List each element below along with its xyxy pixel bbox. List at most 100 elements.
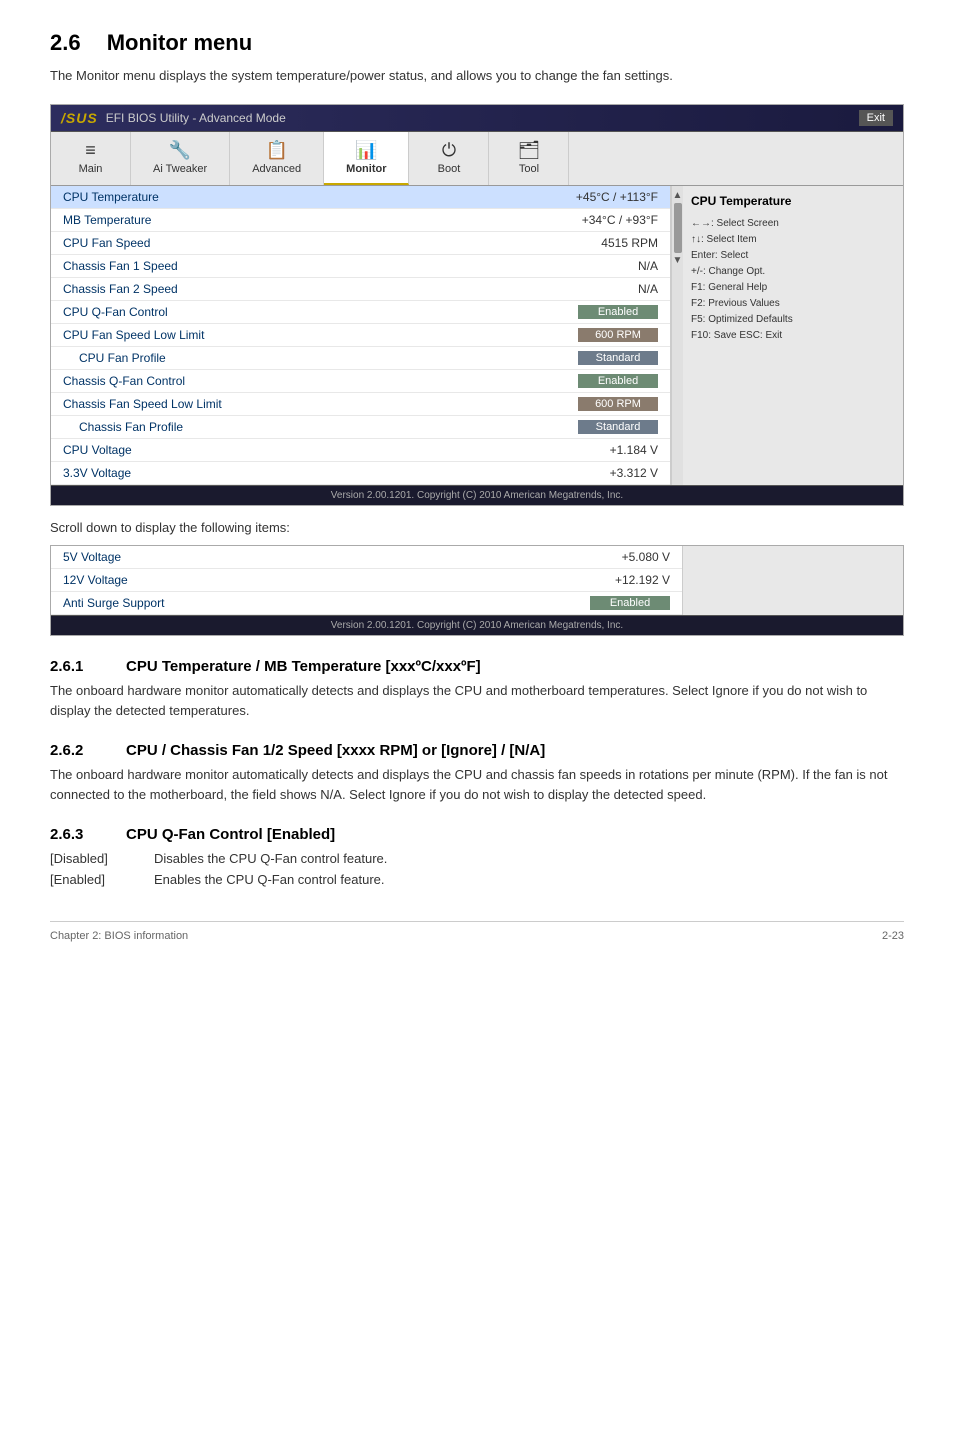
monitor-row-label-3: Chassis Fan 1 Speed <box>63 259 638 273</box>
monitor-row-4: Chassis Fan 2 SpeedN/A <box>51 278 670 301</box>
exit-button[interactable]: Exit <box>859 110 893 126</box>
monitor-row-label-7: CPU Fan Profile <box>63 351 578 365</box>
subsection-desc-1: The onboard hardware monitor automatical… <box>50 765 904 804</box>
nav-monitor[interactable]: 📊 Monitor <box>324 132 409 185</box>
nav-advanced-label: Advanced <box>252 163 301 175</box>
help-line: ↑↓: Select Item <box>691 232 895 248</box>
section-title: 2.6 Monitor menu <box>50 30 904 56</box>
nav-ai-tweaker[interactable]: 🔧 Ai Tweaker <box>131 132 230 185</box>
monitor-row2-value-0: +5.080 V <box>622 550 670 564</box>
monitor-row-value-8[interactable]: Enabled <box>578 374 658 388</box>
monitor-row2-value-2[interactable]: Enabled <box>590 596 670 610</box>
subsection-heading-1: CPU / Chassis Fan 1/2 Speed [xxxx RPM] o… <box>126 742 545 759</box>
monitor-row2-1: 12V Voltage+12.192 V <box>51 569 682 592</box>
option-val: Enables the CPU Q-Fan control feature. <box>154 870 385 891</box>
subsection-title-2: 2.6.3 CPU Q-Fan Control [Enabled] <box>50 826 904 843</box>
monitor-row2-2: Anti Surge SupportEnabled <box>51 592 682 615</box>
monitor-row-12: 3.3V Voltage+3.312 V <box>51 462 670 485</box>
monitor-row-label-8: Chassis Q-Fan Control <box>63 374 578 388</box>
subsection-heading-2: CPU Q-Fan Control [Enabled] <box>126 826 335 843</box>
bios-content2: 5V Voltage+5.080 V12V Voltage+12.192 VAn… <box>51 546 903 615</box>
monitor-icon: 📊 <box>355 140 377 161</box>
scroll-down-arrow[interactable]: ▼ <box>673 255 683 266</box>
monitor-row-value-10[interactable]: Standard <box>578 420 658 434</box>
bios-titlebar-left: /SUS EFI BIOS Utility - Advanced Mode <box>61 110 286 126</box>
nav-advanced[interactable]: 📋 Advanced <box>230 132 324 185</box>
subsections: 2.6.1 CPU Temperature / MB Temperature [x… <box>50 658 904 891</box>
monitor-row-label-11: CPU Voltage <box>63 443 610 457</box>
option-key: [Disabled] <box>50 849 130 870</box>
option-row-2-0: [Disabled] Disables the CPU Q-Fan control… <box>50 849 904 870</box>
bios-main: CPU Temperature+45°C / +113°FMB Temperat… <box>51 186 671 485</box>
option-val: Disables the CPU Q-Fan control feature. <box>154 849 387 870</box>
subsection-1: 2.6.2 CPU / Chassis Fan 1/2 Speed [xxxx R… <box>50 742 904 804</box>
monitor-row-8: Chassis Q-Fan ControlEnabled <box>51 370 670 393</box>
monitor-row-value-9[interactable]: 600 RPM <box>578 397 658 411</box>
subsection-num-0: 2.6.1 <box>50 658 110 675</box>
bios-titlebar: /SUS EFI BIOS Utility - Advanced Mode Ex… <box>51 105 903 132</box>
tool-icon: 🗂 <box>518 140 541 161</box>
monitor-row-value-0: +45°C / +113°F <box>576 190 658 204</box>
help-line: F1: General Help <box>691 280 895 296</box>
bios-main2: 5V Voltage+5.080 V12V Voltage+12.192 VAn… <box>51 546 683 615</box>
monitor-row-value-7[interactable]: Standard <box>578 351 658 365</box>
scroll-label: Scroll down to display the following ite… <box>50 518 904 538</box>
monitor-row-label-5: CPU Q-Fan Control <box>63 305 578 319</box>
monitor-row2-value-1: +12.192 V <box>615 573 670 587</box>
subsection-num-1: 2.6.2 <box>50 742 110 759</box>
subsection-desc-0: The onboard hardware monitor automatical… <box>50 681 904 720</box>
monitor-row-11: CPU Voltage+1.184 V <box>51 439 670 462</box>
sidebar-title: CPU Temperature <box>691 194 895 208</box>
help-line: F2: Previous Values <box>691 296 895 312</box>
nav-tool-label: Tool <box>519 163 539 175</box>
monitor-row-label-6: CPU Fan Speed Low Limit <box>63 328 578 342</box>
monitor-row-10: Chassis Fan ProfileStandard <box>51 416 670 439</box>
monitor-row-label-2: CPU Fan Speed <box>63 236 601 250</box>
bios-nav: ≡ Main 🔧 Ai Tweaker 📋 Advanced 📊 Monitor… <box>51 132 903 186</box>
subsection-num-2: 2.6.3 <box>50 826 110 843</box>
ai-tweaker-icon: 🔧 <box>169 140 191 161</box>
monitor-row2-label-2: Anti Surge Support <box>63 596 590 610</box>
nav-main[interactable]: ≡ Main <box>51 132 131 185</box>
monitor-row-value-4: N/A <box>638 282 658 296</box>
subsection-heading-0: CPU Temperature / MB Temperature [xxxºC/… <box>126 658 481 675</box>
nav-monitor-label: Monitor <box>346 163 386 175</box>
monitor-row-6: CPU Fan Speed Low Limit600 RPM <box>51 324 670 347</box>
monitor-row-value-12: +3.312 V <box>610 466 658 480</box>
monitor-row-9: Chassis Fan Speed Low Limit600 RPM <box>51 393 670 416</box>
monitor-row-1: MB Temperature+34°C / +93°F <box>51 209 670 232</box>
monitor-row-value-11: +1.184 V <box>610 443 658 457</box>
footer-right: 2-23 <box>882 930 904 942</box>
monitor-row-value-1: +34°C / +93°F <box>582 213 658 227</box>
scroll-up-arrow[interactable]: ▲ <box>673 190 683 201</box>
option-key: [Enabled] <box>50 870 130 891</box>
subsection-title-0: 2.6.1 CPU Temperature / MB Temperature [x… <box>50 658 904 675</box>
bios-title-text: EFI BIOS Utility - Advanced Mode <box>106 111 286 125</box>
monitor-row-label-10: Chassis Fan Profile <box>63 420 578 434</box>
subsection-2: 2.6.3 CPU Q-Fan Control [Enabled] [Disable… <box>50 826 904 891</box>
nav-ai-tweaker-label: Ai Tweaker <box>153 163 207 175</box>
option-list-2: [Disabled] Disables the CPU Q-Fan control… <box>50 849 904 891</box>
nav-boot[interactable]: ⏻ Boot <box>409 132 489 185</box>
bios-footer: Version 2.00.1201. Copyright (C) 2010 Am… <box>51 485 903 505</box>
monitor-row-value-6[interactable]: 600 RPM <box>578 328 658 342</box>
section-desc: The Monitor menu displays the system tem… <box>50 66 904 86</box>
monitor-row-label-9: Chassis Fan Speed Low Limit <box>63 397 578 411</box>
nav-main-label: Main <box>79 163 103 175</box>
monitor-row-value-2: 4515 RPM <box>601 236 658 250</box>
nav-tool[interactable]: 🗂 Tool <box>489 132 569 185</box>
monitor-rows: CPU Temperature+45°C / +113°FMB Temperat… <box>51 186 670 485</box>
bios-footer2: Version 2.00.1201. Copyright (C) 2010 Am… <box>51 615 903 635</box>
monitor-row2-0: 5V Voltage+5.080 V <box>51 546 682 569</box>
monitor-row-label-12: 3.3V Voltage <box>63 466 610 480</box>
monitor-row-value-5[interactable]: Enabled <box>578 305 658 319</box>
monitor-row-3: Chassis Fan 1 SpeedN/A <box>51 255 670 278</box>
bios-content: CPU Temperature +45°C / +113°F MB Temperat… <box>51 186 903 485</box>
main-icon: ≡ <box>85 140 96 161</box>
footer-left: Chapter 2: BIOS information <box>50 930 188 942</box>
bios-sidebar2 <box>683 546 903 615</box>
help-line: +/-: Change Opt. <box>691 264 895 280</box>
scroll-thumb <box>674 203 682 253</box>
advanced-icon: 📋 <box>265 140 287 161</box>
asus-logo: /SUS <box>61 110 98 126</box>
